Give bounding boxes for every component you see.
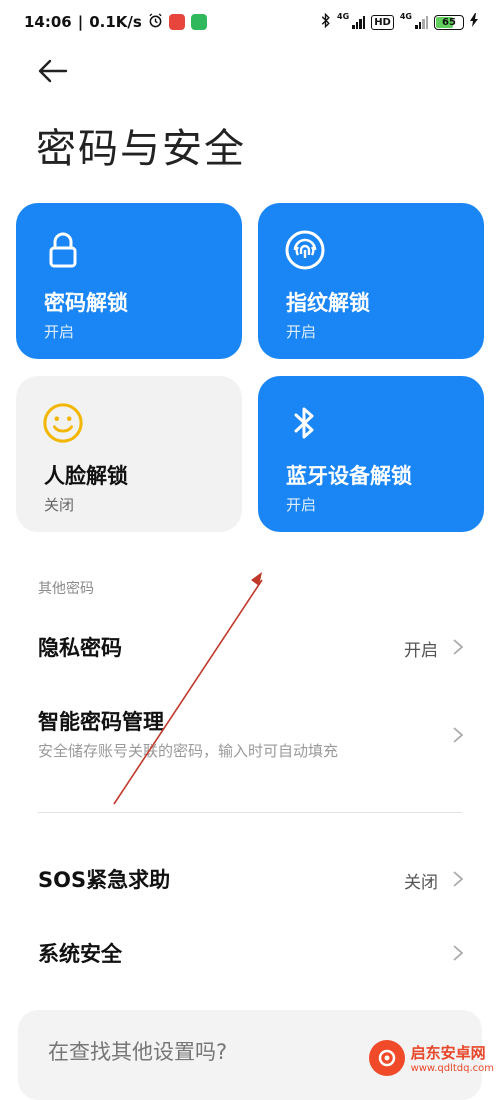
card-title: 蓝牙设备解锁	[286, 464, 412, 488]
row-smart-password-manager[interactable]: 智能密码管理 安全储存账号关联的密码，输入时可自动填充	[0, 696, 500, 776]
card-title: 指纹解锁	[286, 291, 370, 315]
status-bar-right: 4G HD 4G 65	[321, 11, 478, 32]
status-bar: 14:06 | 0.1K/s 4G HD 4G 65	[0, 0, 500, 44]
row-subtitle: 安全储存账号关联的密码，输入时可自动填充	[38, 742, 339, 760]
card-status: 开启	[286, 496, 317, 514]
page-title: 密码与安全	[36, 126, 246, 172]
row-value: 关闭	[404, 873, 438, 893]
section-divider	[38, 812, 462, 813]
watermark-logo-icon	[368, 1040, 405, 1076]
row-title: SOS紧急求助	[38, 868, 171, 892]
watermark-text: 启东安卓网 www.qdltdq.com	[411, 1042, 494, 1074]
signal-strength-icon	[415, 15, 428, 29]
bluetooth-status-icon	[321, 12, 331, 32]
battery-icon: 65	[434, 14, 464, 30]
card-status: 关闭	[44, 496, 75, 514]
section-label-other-passwords: 其他密码	[38, 581, 94, 597]
status-time: 14:06	[24, 13, 72, 31]
card-title: 人脸解锁	[44, 464, 128, 488]
back-arrow-icon	[38, 59, 68, 83]
card-password-unlock[interactable]: 密码解锁 开启	[16, 203, 242, 359]
site-watermark: 启东安卓网 www.qdltdq.com	[368, 1040, 494, 1076]
card-face-unlock[interactable]: 人脸解锁 关闭	[16, 376, 242, 532]
chevron-right-icon	[453, 639, 464, 655]
card-status: 开启	[44, 323, 75, 341]
battery-level: 65	[442, 16, 456, 28]
card-status: 开启	[286, 323, 317, 341]
app-notification-icon	[168, 14, 185, 30]
row-value: 开启	[404, 641, 438, 661]
lock-icon	[49, 232, 77, 268]
chevron-right-icon	[453, 871, 464, 887]
row-title: 智能密码管理	[38, 710, 164, 734]
row-system-security[interactable]: 系统安全	[0, 926, 500, 982]
app-notification-icon	[190, 14, 207, 30]
charging-icon	[470, 13, 478, 31]
signal-strength-icon	[352, 15, 366, 29]
smiley-face-icon	[43, 403, 83, 443]
watermark-name: 启东安卓网	[410, 1044, 486, 1062]
status-divider: |	[77, 13, 84, 31]
fingerprint-icon	[285, 230, 325, 270]
network-speed: 0.1K/s	[89, 13, 142, 31]
watermark-url: www.qdltdq.com	[410, 1063, 494, 1074]
card-title: 密码解锁	[44, 291, 128, 315]
status-bar-left: 14:06 | 0.1K/s	[24, 12, 207, 32]
row-sos-emergency[interactable]: SOS紧急求助 关闭	[0, 852, 500, 908]
network-type-label: 4G	[399, 11, 412, 21]
row-title: 隐私密码	[38, 636, 122, 660]
hd-voice-icon: HD	[371, 14, 394, 30]
card-bluetooth-unlock[interactable]: 蓝牙设备解锁 开启	[258, 376, 484, 532]
alarm-icon	[148, 12, 163, 32]
bluetooth-icon	[294, 407, 314, 439]
row-privacy-password[interactable]: 隐私密码 开启	[0, 620, 500, 676]
chevron-right-icon	[453, 945, 464, 961]
search-placeholder: 在查找其他设置吗?	[48, 1040, 228, 1064]
row-title: 系统安全	[38, 942, 122, 966]
chevron-right-icon	[453, 727, 464, 743]
back-button[interactable]	[34, 56, 70, 86]
network-type-label: 4G	[337, 11, 350, 21]
card-fingerprint-unlock[interactable]: 指纹解锁 开启	[258, 203, 484, 359]
